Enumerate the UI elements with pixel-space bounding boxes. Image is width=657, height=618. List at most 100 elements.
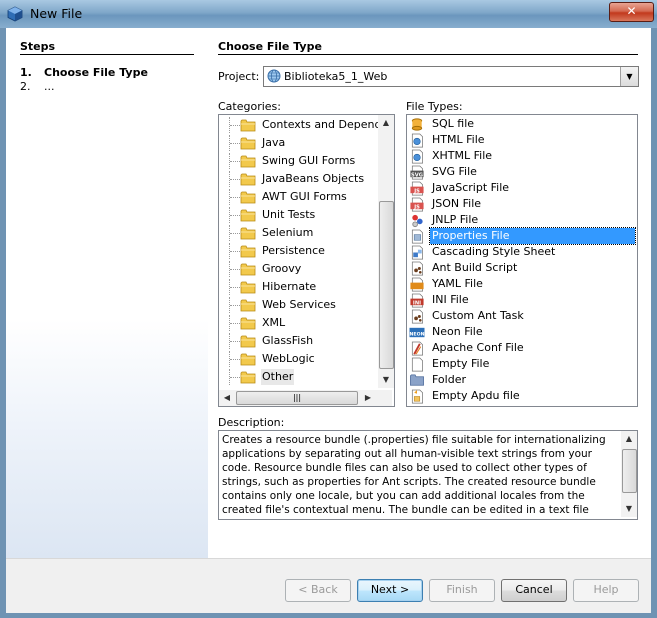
file-type-item[interactable]: HTML File [407, 132, 635, 148]
page-title: Choose File Type [218, 40, 322, 53]
category-item[interactable]: WebLogic [219, 351, 376, 367]
category-label: Persistence [262, 244, 325, 257]
file-type-item[interactable]: JNLP File [407, 212, 635, 228]
file-type-item[interactable]: Folder [407, 372, 635, 388]
category-label: GlassFish [262, 334, 314, 347]
window-title: New File [30, 6, 83, 21]
cancel-button[interactable]: Cancel [501, 579, 567, 602]
scroll-down-arrow-icon[interactable]: ▼ [378, 372, 394, 388]
scroll-right-arrow-icon[interactable]: ▶ [360, 390, 376, 406]
description-box[interactable]: Creates a resource bundle (.properties) … [218, 430, 638, 520]
description-label: Description: [218, 416, 285, 429]
file-type-label: Neon File [432, 325, 483, 338]
file-type-label: Properties File [429, 227, 636, 245]
category-item[interactable]: Other [219, 369, 376, 385]
file-type-label: Ant Build Script [432, 261, 518, 274]
file-type-label: Empty File [432, 357, 490, 370]
category-label: Java [262, 136, 286, 149]
file-type-item[interactable]: NEON Neon File [407, 324, 635, 340]
steps-title: Steps [20, 40, 56, 53]
file-type-item[interactable]: Custom Ant Task [407, 308, 635, 324]
categories-horizontal-scrollbar[interactable]: ◀ ||| ▶ [219, 390, 392, 406]
chevron-down-icon[interactable]: ▼ [620, 67, 638, 86]
category-label: Web Services [262, 298, 336, 311]
svg-text:SVG: SVG [411, 172, 423, 178]
category-item[interactable]: Unit Tests [219, 207, 376, 223]
folder-icon [240, 191, 256, 204]
file-type-item[interactable]: YAML File [407, 276, 635, 292]
category-label: JavaBeans Objects [262, 172, 365, 185]
category-item[interactable]: Selenium [219, 225, 376, 241]
title-bar: New File ✕ [0, 0, 657, 28]
category-item[interactable]: GlassFish [219, 333, 376, 349]
scroll-up-arrow-icon[interactable]: ▲ [621, 431, 637, 447]
back-button[interactable]: < Back [285, 579, 351, 602]
step-label: Choose File Type [44, 66, 148, 79]
scrollbar-thumb[interactable] [379, 201, 394, 369]
category-label: Groovy [262, 262, 302, 275]
category-item[interactable]: Contexts and Dependency Injection [219, 117, 394, 133]
category-item[interactable]: Persistence [219, 243, 376, 259]
category-item[interactable]: JavaBeans Objects [219, 171, 376, 187]
scrollbar-thumb[interactable] [622, 449, 637, 493]
scroll-left-arrow-icon[interactable]: ◀ [219, 390, 235, 406]
close-button[interactable]: ✕ [609, 2, 654, 22]
folder-icon [240, 209, 256, 222]
file-type-item[interactable]: Cascading Style Sheet [407, 244, 635, 260]
step-2: 2.... [20, 80, 55, 93]
category-item[interactable]: Groovy [219, 261, 376, 277]
file-types-label: File Types: [406, 100, 463, 113]
folder-icon [240, 173, 256, 186]
category-item[interactable]: Java [219, 135, 376, 151]
file-type-item[interactable]: Apache Conf File [407, 340, 635, 356]
description-vertical-scrollbar[interactable]: ▲ ▼ [621, 431, 637, 517]
file-type-label: Apache Conf File [432, 341, 524, 354]
categories-vertical-scrollbar[interactable]: ▲ ▼ [378, 115, 394, 388]
category-label: Selenium [262, 226, 314, 239]
folder-icon [240, 245, 256, 258]
svg-text:NEON: NEON [410, 331, 425, 337]
css-file-icon [411, 245, 423, 260]
file-type-item[interactable]: JS JSON File [407, 196, 635, 212]
scroll-up-arrow-icon[interactable]: ▲ [378, 115, 394, 131]
finish-button[interactable]: Finish [429, 579, 495, 602]
category-label: XML [262, 316, 286, 329]
category-item[interactable]: AWT GUI Forms [219, 189, 376, 205]
category-label: Unit Tests [262, 208, 316, 221]
file-type-item[interactable]: Ant Build Script [407, 260, 635, 276]
file-type-item[interactable]: Properties File [407, 227, 636, 245]
help-button[interactable]: Help [573, 579, 639, 602]
apache-conf-file-icon [411, 341, 423, 356]
category-item[interactable]: Web Services [219, 297, 376, 313]
file-type-item[interactable]: XHTML File [407, 148, 635, 164]
json-file-icon: JS [410, 197, 424, 212]
folder-icon [240, 335, 256, 348]
file-types-list[interactable]: SQL file HTML File XHTML File SVG SVG File JS… [406, 114, 638, 407]
folder-icon [240, 353, 256, 366]
step-label: ... [44, 80, 55, 93]
file-type-label: Custom Ant Task [432, 309, 524, 322]
file-type-label: JavaScript File [432, 181, 510, 194]
scrollbar-thumb[interactable]: ||| [236, 391, 358, 405]
ini-file-icon: INI [410, 293, 424, 308]
file-type-label: JSON File [432, 197, 482, 210]
empty-file-icon [411, 357, 423, 372]
file-type-item[interactable]: SQL file [407, 116, 635, 132]
category-item[interactable]: Swing GUI Forms [219, 153, 376, 169]
scroll-down-arrow-icon[interactable]: ▼ [621, 501, 637, 517]
title-divider [218, 54, 638, 55]
project-combo[interactable]: Biblioteka5_1_Web ▼ [263, 66, 639, 87]
file-type-item[interactable]: Empty File [407, 356, 635, 372]
categories-tree[interactable]: Contexts and Dependency Injection Java Swi… [218, 114, 395, 407]
file-type-label: Empty Apdu file [432, 389, 520, 402]
description-text: Creates a resource bundle (.properties) … [222, 434, 606, 519]
category-item[interactable]: Hibernate [219, 279, 376, 295]
category-item[interactable]: XML [219, 315, 376, 331]
next-button[interactable]: Next > [357, 579, 423, 602]
custom-ant-task-icon [411, 309, 423, 324]
file-type-item[interactable]: SVG SVG File [407, 164, 635, 180]
folder-icon [240, 299, 256, 312]
file-type-item[interactable]: Empty Apdu file [407, 388, 635, 404]
file-type-item[interactable]: INI INI File [407, 292, 635, 308]
file-type-item[interactable]: JS JavaScript File [407, 180, 635, 196]
